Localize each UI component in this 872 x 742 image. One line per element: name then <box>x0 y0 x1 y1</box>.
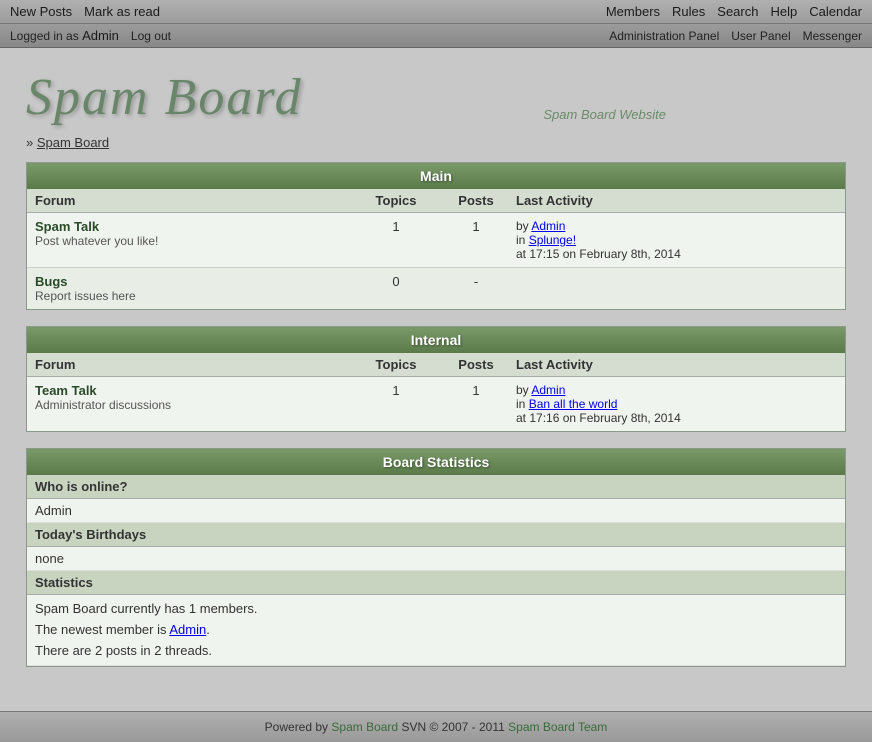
table-row: Team Talk Administrator discussions 1 1 … <box>27 377 845 431</box>
rules-link[interactable]: Rules <box>672 4 705 19</box>
col-posts: Posts <box>436 193 516 208</box>
last-in-link[interactable]: Ban all the world <box>529 397 618 411</box>
nav-left-top: New Posts Mark as read <box>10 4 160 19</box>
forum-posts: 1 <box>436 383 516 398</box>
last-in-link[interactable]: Splunge! <box>529 233 576 247</box>
who-online-value: Admin <box>27 499 845 523</box>
col-forum: Forum <box>35 357 356 372</box>
forum-name[interactable]: Spam Talk <box>35 219 356 234</box>
footer-team-link[interactable]: Spam Board Team <box>508 720 607 734</box>
forum-posts: 1 <box>436 219 516 234</box>
footer: Powered by Spam Board SVN © 2007 - 2011 … <box>0 711 872 742</box>
forum-desc: Report issues here <box>35 289 356 303</box>
calendar-link[interactable]: Calendar <box>809 4 862 19</box>
forum-desc: Administrator discussions <box>35 398 356 412</box>
forum-topics: 1 <box>356 219 436 234</box>
forum-name[interactable]: Team Talk <box>35 383 356 398</box>
user-panel-link[interactable]: User Panel <box>731 29 790 43</box>
forum-posts: - <box>436 274 516 289</box>
logo-subtitle: Spam Board Website <box>543 107 666 122</box>
table-row: Spam Talk Post whatever you like! 1 1 by… <box>27 213 845 268</box>
logo-area: Spam Board Spam Board Website <box>26 68 846 127</box>
content-wrap: Spam Board Spam Board Website » Spam Boa… <box>16 48 856 703</box>
col-forum: Forum <box>35 193 356 208</box>
nav-left-bottom: Logged in as Admin Log out <box>10 28 171 43</box>
footer-brand-link[interactable]: Spam Board <box>331 720 398 734</box>
admin-username-link[interactable]: Admin <box>82 28 119 43</box>
mark-as-read-link[interactable]: Mark as read <box>84 4 160 19</box>
top-nav: New Posts Mark as read Members Rules Sea… <box>0 0 872 48</box>
col-topics: Topics <box>356 357 436 372</box>
logged-in-label: Logged in as Admin <box>10 28 119 43</box>
col-posts: Posts <box>436 357 516 372</box>
nav-right-bottom: Administration Panel User Panel Messenge… <box>609 29 862 43</box>
forum-topics: 1 <box>356 383 436 398</box>
col-last-activity: Last Activity <box>516 357 837 372</box>
birthdays-value: none <box>27 547 845 571</box>
last-by-link[interactable]: Admin <box>531 219 565 233</box>
board-stats-header: Board Statistics <box>27 449 845 475</box>
newest-member-link[interactable]: Admin <box>169 622 206 637</box>
forum-info: Bugs Report issues here <box>35 274 356 303</box>
internal-section: Internal Forum Topics Posts Last Activit… <box>26 326 846 432</box>
forum-info: Team Talk Administrator discussions <box>35 383 356 412</box>
main-section-header: Main <box>27 163 845 189</box>
help-link[interactable]: Help <box>770 4 797 19</box>
internal-section-header: Internal <box>27 327 845 353</box>
top-nav-row2: Logged in as Admin Log out Administratio… <box>0 24 872 47</box>
last-by-link[interactable]: Admin <box>531 383 565 397</box>
statistics-header: Statistics <box>27 571 845 595</box>
main-col-headers: Forum Topics Posts Last Activity <box>27 189 845 213</box>
logout-link[interactable]: Log out <box>131 29 171 43</box>
main-section: Main Forum Topics Posts Last Activity Sp… <box>26 162 846 310</box>
who-online-header: Who is online? <box>27 475 845 499</box>
members-link[interactable]: Members <box>606 4 660 19</box>
messenger-link[interactable]: Messenger <box>803 29 862 43</box>
internal-col-headers: Forum Topics Posts Last Activity <box>27 353 845 377</box>
forum-topics: 0 <box>356 274 436 289</box>
admin-panel-link[interactable]: Administration Panel <box>609 29 719 43</box>
forum-desc: Post whatever you like! <box>35 234 356 248</box>
board-statistics: Board Statistics Who is online? Admin To… <box>26 448 846 667</box>
breadcrumb-link[interactable]: Spam Board <box>37 135 109 150</box>
forum-last-activity: by Admin in Splunge! at 17:15 on Februar… <box>516 219 837 261</box>
nav-right-top: Members Rules Search Help Calendar <box>606 4 862 19</box>
col-topics: Topics <box>356 193 436 208</box>
statistics-value: Spam Board currently has 1 members. The … <box>27 595 845 666</box>
top-nav-row1: New Posts Mark as read Members Rules Sea… <box>0 0 872 24</box>
col-last-activity: Last Activity <box>516 193 837 208</box>
table-row: Bugs Report issues here 0 - <box>27 268 845 309</box>
forum-last-activity: by Admin in Ban all the world at 17:16 o… <box>516 383 837 425</box>
search-link[interactable]: Search <box>717 4 758 19</box>
birthdays-header: Today's Birthdays <box>27 523 845 547</box>
logo-title: Spam Board <box>26 68 303 127</box>
forum-name[interactable]: Bugs <box>35 274 356 289</box>
breadcrumb: » Spam Board <box>26 135 846 150</box>
new-posts-link[interactable]: New Posts <box>10 4 72 19</box>
forum-info: Spam Talk Post whatever you like! <box>35 219 356 248</box>
